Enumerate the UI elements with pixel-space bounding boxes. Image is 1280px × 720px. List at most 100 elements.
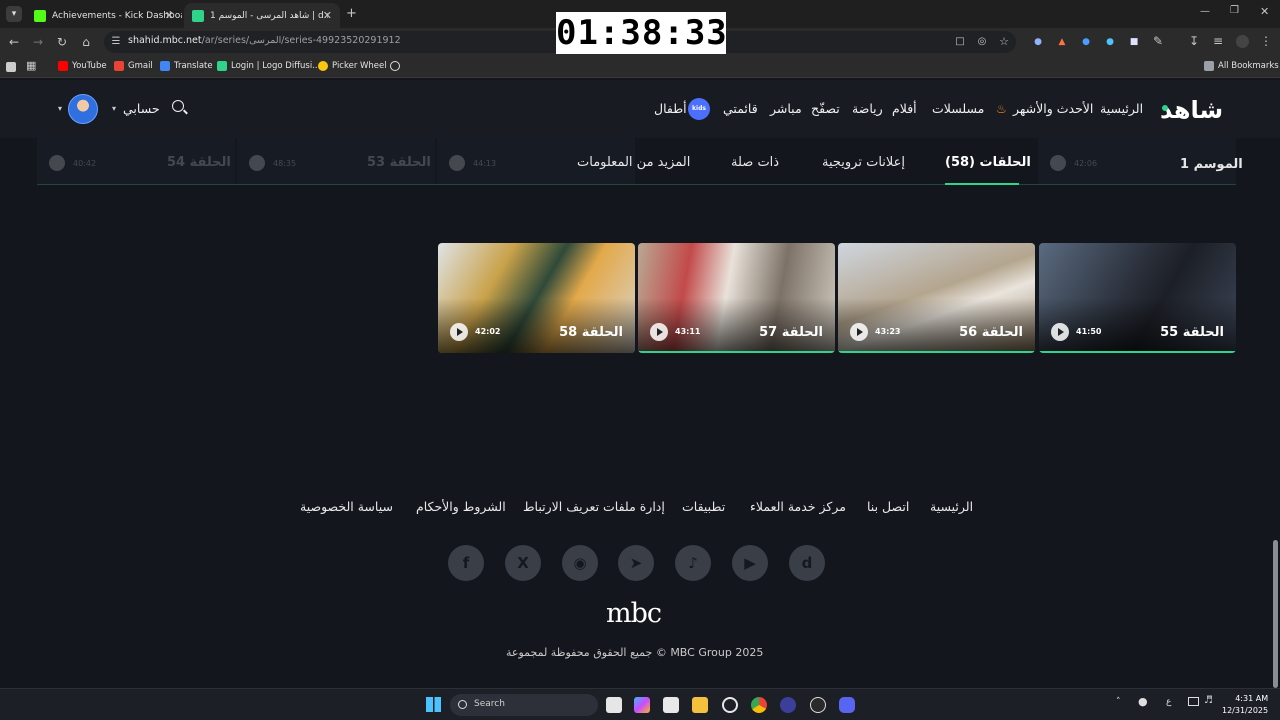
- footer-link-cookies[interactable]: إدارة ملفات تعريف الارتباط: [523, 499, 665, 514]
- chevron-down-icon[interactable]: ▾: [58, 104, 62, 113]
- chrome-icon[interactable]: [751, 697, 767, 713]
- close-icon[interactable]: ✕: [165, 9, 174, 22]
- extension-icon[interactable]: ●: [1030, 35, 1046, 49]
- all-bookmarks[interactable]: All Bookmarks: [1204, 61, 1279, 71]
- nav-home[interactable]: الرئيسية: [1100, 101, 1143, 116]
- network-icon[interactable]: [1188, 697, 1199, 706]
- discord-icon[interactable]: [839, 697, 855, 713]
- extension-icon[interactable]: ■: [1126, 35, 1142, 49]
- copilot-icon[interactable]: [634, 697, 650, 713]
- footer-link-support[interactable]: مركز خدمة العملاء: [750, 499, 846, 514]
- telegram-icon[interactable]: ➤: [618, 545, 654, 581]
- x-icon[interactable]: X: [505, 545, 541, 581]
- reading-list-icon[interactable]: ≡: [1210, 34, 1226, 48]
- account-label[interactable]: حسابي: [123, 101, 160, 116]
- nav-series[interactable]: مسلسلات: [932, 101, 984, 116]
- facebook-icon[interactable]: f: [448, 545, 484, 581]
- tab-more-info[interactable]: المزيد من المعلومات: [577, 155, 690, 170]
- url-text[interactable]: shahid.mbc.net/ar/series/المرسى/series-4…: [128, 35, 401, 46]
- footer-link-home[interactable]: الرئيسية: [930, 499, 973, 514]
- play-icon[interactable]: [850, 323, 868, 341]
- close-window-icon[interactable]: ✕: [1260, 5, 1269, 18]
- tab-related[interactable]: ذات صلة: [731, 155, 779, 170]
- episode-card[interactable]: الحلقة 57 43:11: [638, 243, 835, 353]
- download-icon[interactable]: ↧: [1186, 34, 1202, 48]
- play-icon[interactable]: [1051, 323, 1069, 341]
- extensions-puzzle-icon[interactable]: ✎: [1150, 34, 1166, 48]
- nav-live[interactable]: مباشر: [770, 101, 802, 116]
- extension-icon[interactable]: ▲: [1054, 35, 1070, 49]
- install-icon[interactable]: □: [952, 35, 968, 49]
- season-selector[interactable]: الموسم 1: [1180, 157, 1243, 172]
- footer-link-terms[interactable]: الشروط والأحكام: [416, 499, 506, 514]
- bookmark-youtube[interactable]: YouTube: [58, 61, 107, 71]
- play-icon[interactable]: [450, 323, 468, 341]
- restore-icon[interactable]: ❐: [1230, 5, 1239, 16]
- nav-my-list[interactable]: قائمتي: [723, 101, 758, 116]
- tiktok-icon[interactable]: ♪: [675, 545, 711, 581]
- bookmark-icon[interactable]: [6, 62, 16, 72]
- store-icon[interactable]: [663, 697, 679, 713]
- globe-icon[interactable]: [390, 61, 400, 71]
- extension-icon[interactable]: ●: [1102, 35, 1118, 49]
- nav-kids[interactable]: أطفال: [654, 101, 687, 116]
- back-icon[interactable]: ←: [6, 35, 22, 49]
- settings-icon[interactable]: [722, 697, 738, 713]
- task-view-icon[interactable]: [606, 697, 622, 713]
- shahid-icon[interactable]: d: [789, 545, 825, 581]
- episode-card-ghost[interactable]: الحلقة 53 48:35: [237, 138, 435, 184]
- browser-tab-active[interactable]: شاهد المرسى - الموسم 1 | d.net ✕: [184, 3, 340, 28]
- reload-icon[interactable]: ↻: [54, 35, 70, 49]
- windows-start-icon[interactable]: [426, 697, 441, 712]
- nav-movies[interactable]: أفلام: [892, 101, 917, 116]
- profile-avatar[interactable]: [1236, 35, 1249, 48]
- bookmark-login[interactable]: Login | Logo Diffusi...: [217, 61, 320, 71]
- apps-icon[interactable]: ▦: [26, 59, 36, 72]
- new-tab-button[interactable]: +: [346, 6, 357, 21]
- bookmark-translate[interactable]: Translate: [160, 61, 213, 71]
- bookmark-gmail[interactable]: Gmail: [114, 61, 153, 71]
- footer-link-contact[interactable]: اتصل بنا: [867, 499, 909, 514]
- play-icon[interactable]: [650, 323, 668, 341]
- extension-icon[interactable]: ●: [1078, 35, 1094, 49]
- close-icon[interactable]: ✕: [323, 9, 332, 22]
- avatar[interactable]: [68, 94, 98, 124]
- obs-icon[interactable]: [810, 697, 826, 713]
- site-info-icon[interactable]: ☰: [108, 35, 124, 49]
- shahid-logo[interactable]: شاهد: [1160, 96, 1224, 124]
- youtube-icon[interactable]: ▶: [732, 545, 768, 581]
- menu-icon[interactable]: ⋮: [1258, 34, 1274, 48]
- instagram-icon[interactable]: ◉: [562, 545, 598, 581]
- eye-off-icon[interactable]: ◎: [974, 35, 990, 49]
- episode-card[interactable]: الحلقة 58 42:02: [438, 243, 635, 353]
- site-header: شاهد الرئيسية ♨ الأحدث والأشهر مسلسلات أ…: [0, 80, 1280, 138]
- tab-search-button[interactable]: ▾: [6, 6, 22, 22]
- star-icon[interactable]: ☆: [996, 35, 1012, 49]
- home-icon[interactable]: ⌂: [78, 35, 94, 49]
- volume-icon[interactable]: ♬: [1204, 695, 1213, 706]
- nav-trending[interactable]: الأحدث والأشهر: [1013, 101, 1093, 116]
- forward-icon[interactable]: →: [30, 35, 46, 49]
- taskbar-search[interactable]: Search: [450, 694, 598, 716]
- chevron-down-icon[interactable]: ▾: [112, 104, 116, 113]
- mbc-logo[interactable]: mbc: [606, 598, 662, 629]
- file-explorer-icon[interactable]: [692, 697, 708, 713]
- chevron-up-icon[interactable]: ˄: [1116, 697, 1121, 707]
- footer-link-apps[interactable]: تطبيقات: [682, 499, 725, 514]
- nav-sports[interactable]: رياضة: [852, 101, 883, 116]
- nav-browse[interactable]: تصفّح: [811, 101, 840, 116]
- page-scrollbar[interactable]: [1273, 540, 1278, 688]
- language-indicator[interactable]: ع: [1166, 697, 1171, 707]
- episode-card[interactable]: الحلقة 55 41:50: [1039, 243, 1236, 353]
- tab-trailers[interactable]: إعلانات ترويجية: [822, 155, 905, 170]
- browser-tab[interactable]: Achievements - Kick Dashboard ✕: [26, 3, 182, 28]
- app-icon[interactable]: [780, 697, 796, 713]
- episode-card-ghost[interactable]: الحلقة 54 40:42: [37, 138, 235, 184]
- taskbar-clock[interactable]: 4:31 AM 12/31/2025: [1222, 693, 1268, 717]
- episode-card[interactable]: الحلقة 56 43:23: [838, 243, 1035, 353]
- tab-episodes[interactable]: الحلقات (58): [945, 155, 1031, 170]
- footer-link-privacy[interactable]: سياسة الخصوصية: [300, 499, 393, 514]
- microphone-icon[interactable]: ●: [1138, 695, 1148, 708]
- minimize-icon[interactable]: —: [1200, 6, 1210, 17]
- bookmark-picker-wheel[interactable]: Picker Wheel: [318, 61, 387, 71]
